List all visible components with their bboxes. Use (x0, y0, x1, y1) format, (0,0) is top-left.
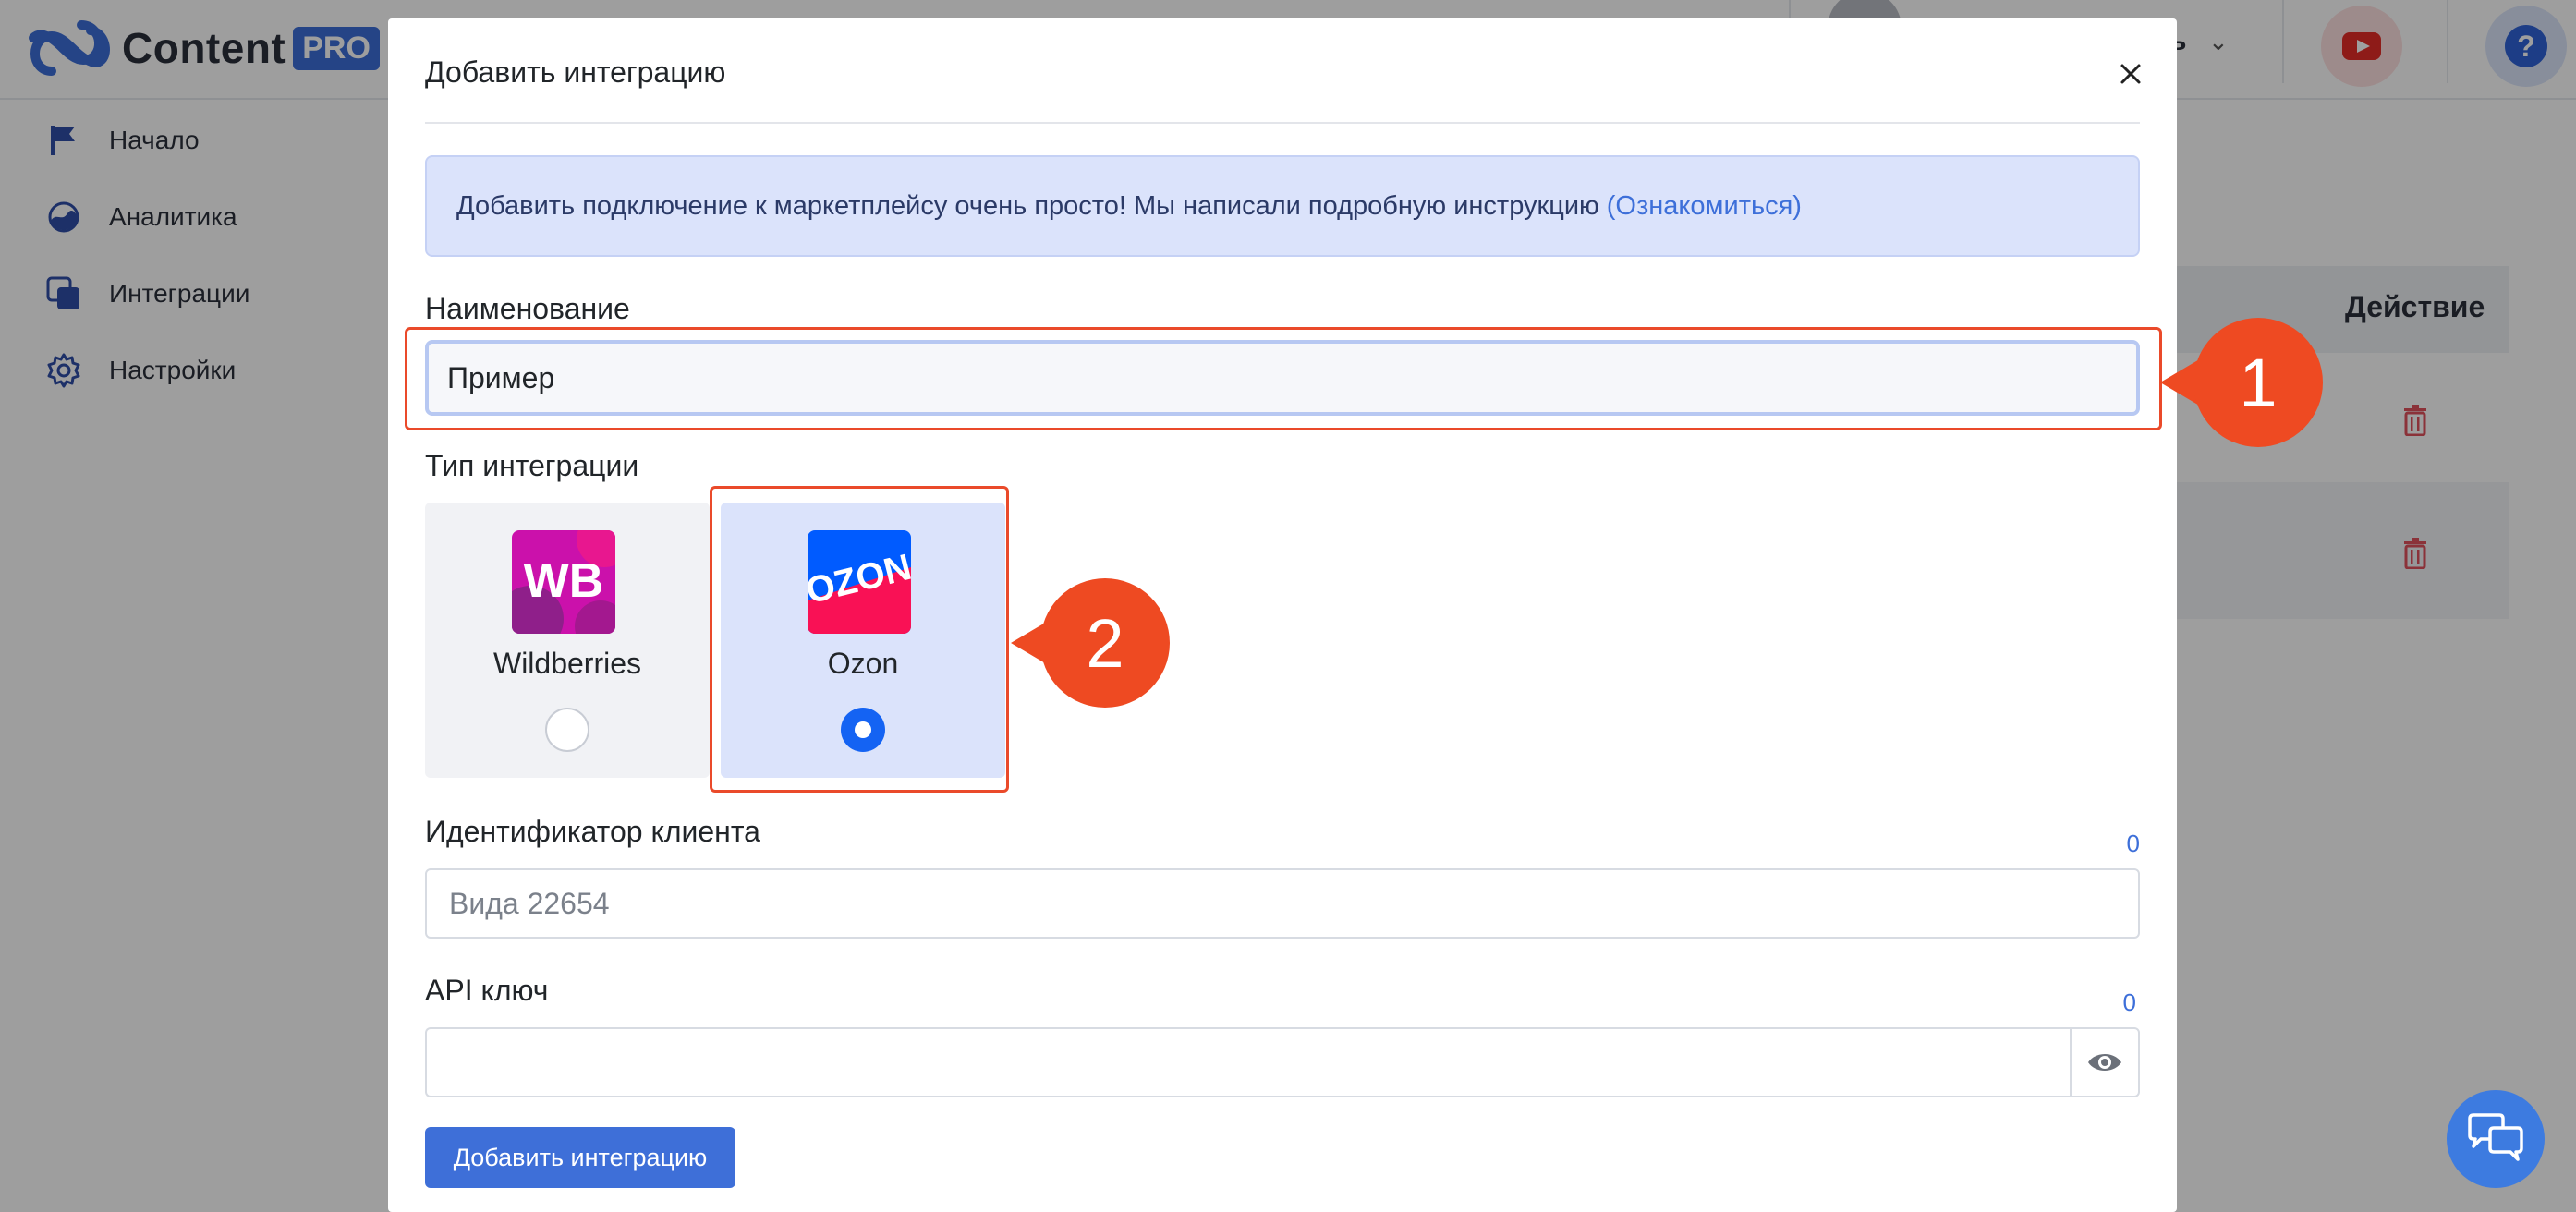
api-key-input[interactable] (425, 1027, 2070, 1097)
client-id-label: Идентификатор клиента (425, 815, 760, 848)
info-text: Добавить подключение к маркетплейсу очен… (456, 190, 1599, 221)
chat-button[interactable] (2447, 1090, 2545, 1188)
client-id-input[interactable] (425, 868, 2140, 939)
instruction-link[interactable]: (Ознакомиться) (1607, 191, 1802, 222)
eye-icon (2088, 1054, 2121, 1071)
highlight-name-field (405, 327, 2162, 430)
callout-2: 2 (1040, 578, 1170, 708)
info-alert: Добавить подключение к маркетплейсу очен… (425, 155, 2140, 257)
client-id-counter: 0 (2126, 830, 2140, 857)
modal-title: Добавить интеграцию (425, 55, 726, 89)
close-icon[interactable] (2114, 57, 2147, 91)
api-key-counter: 0 (2122, 988, 2136, 1016)
type-name-wildberries: Wildberries (492, 647, 642, 680)
type-card-wildberries[interactable]: WB Wildberries (425, 503, 710, 778)
chat-icon (2468, 1113, 2523, 1161)
wildberries-logo: WB (512, 530, 615, 634)
wb-logo-text: WB (524, 554, 604, 608)
show-password-button[interactable] (2070, 1027, 2140, 1097)
name-label: Наименование (425, 292, 630, 325)
callout-1: 1 (2193, 318, 2323, 447)
modal-divider (425, 122, 2140, 124)
add-integration-button[interactable]: Добавить интеграцию (425, 1127, 735, 1188)
api-key-label: API ключ (425, 974, 549, 1007)
add-integration-modal: Добавить интеграцию Добавить подключение… (388, 18, 2177, 1212)
radio-wildberries[interactable] (545, 708, 589, 752)
integration-type-label: Тип интеграции (425, 449, 639, 482)
highlight-ozon-card (710, 486, 1009, 793)
